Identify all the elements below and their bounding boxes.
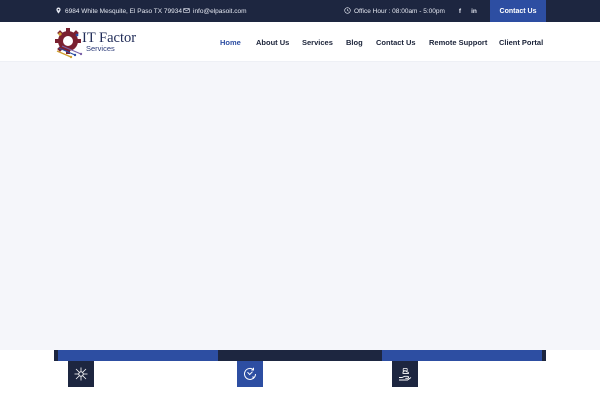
email-info[interactable]: info@elpasoit.com [183,0,247,22]
hero-banner [0,62,600,350]
contact-us-button[interactable]: Contact Us [490,0,546,22]
nav-remote-support[interactable]: Remote Support [429,22,487,62]
nav-blog[interactable]: Blog [346,22,363,62]
hand-cloud-icon [399,368,412,381]
address-info: 6984 White Mesquite, El Paso TX 79934 [55,0,182,22]
site-logo[interactable]: IT Factor Services [53,26,137,59]
linkedin-icon[interactable]: in [469,0,479,22]
support-24-icon [244,367,256,380]
nav-contact-us[interactable]: Contact Us [376,22,416,62]
office-hours-info: Office Hour : 08:00am - 5:00pm [344,0,445,22]
feature-strip-3 [382,350,542,361]
nav-about-us[interactable]: About Us [256,22,289,62]
top-info-bar: 6984 White Mesquite, El Paso TX 79934 in… [0,0,600,22]
address-text: 6984 White Mesquite, El Paso TX 79934 [65,7,182,15]
feature-icon-box-1 [68,361,94,387]
feature-strip-edge-right [542,350,546,361]
feature-strip-2 [218,350,382,361]
clock-icon [344,6,354,16]
office-hours-text: Office Hour : 08:00am - 5:00pm [354,7,445,15]
nav-client-portal[interactable]: Client Portal [499,22,543,62]
envelope-icon [183,7,193,16]
feature-icon-box-2 [237,361,263,387]
logo-subtitle: Services [86,44,115,53]
nav-services[interactable]: Services [302,22,333,62]
feature-icon-box-3 [392,361,418,387]
map-pin-icon [55,7,65,16]
nav-home[interactable]: Home [220,22,241,62]
network-hub-icon [74,367,88,381]
facebook-icon[interactable]: f [455,0,465,22]
feature-strip-1 [58,350,218,361]
email-link[interactable]: info@elpasoit.com [193,8,247,15]
